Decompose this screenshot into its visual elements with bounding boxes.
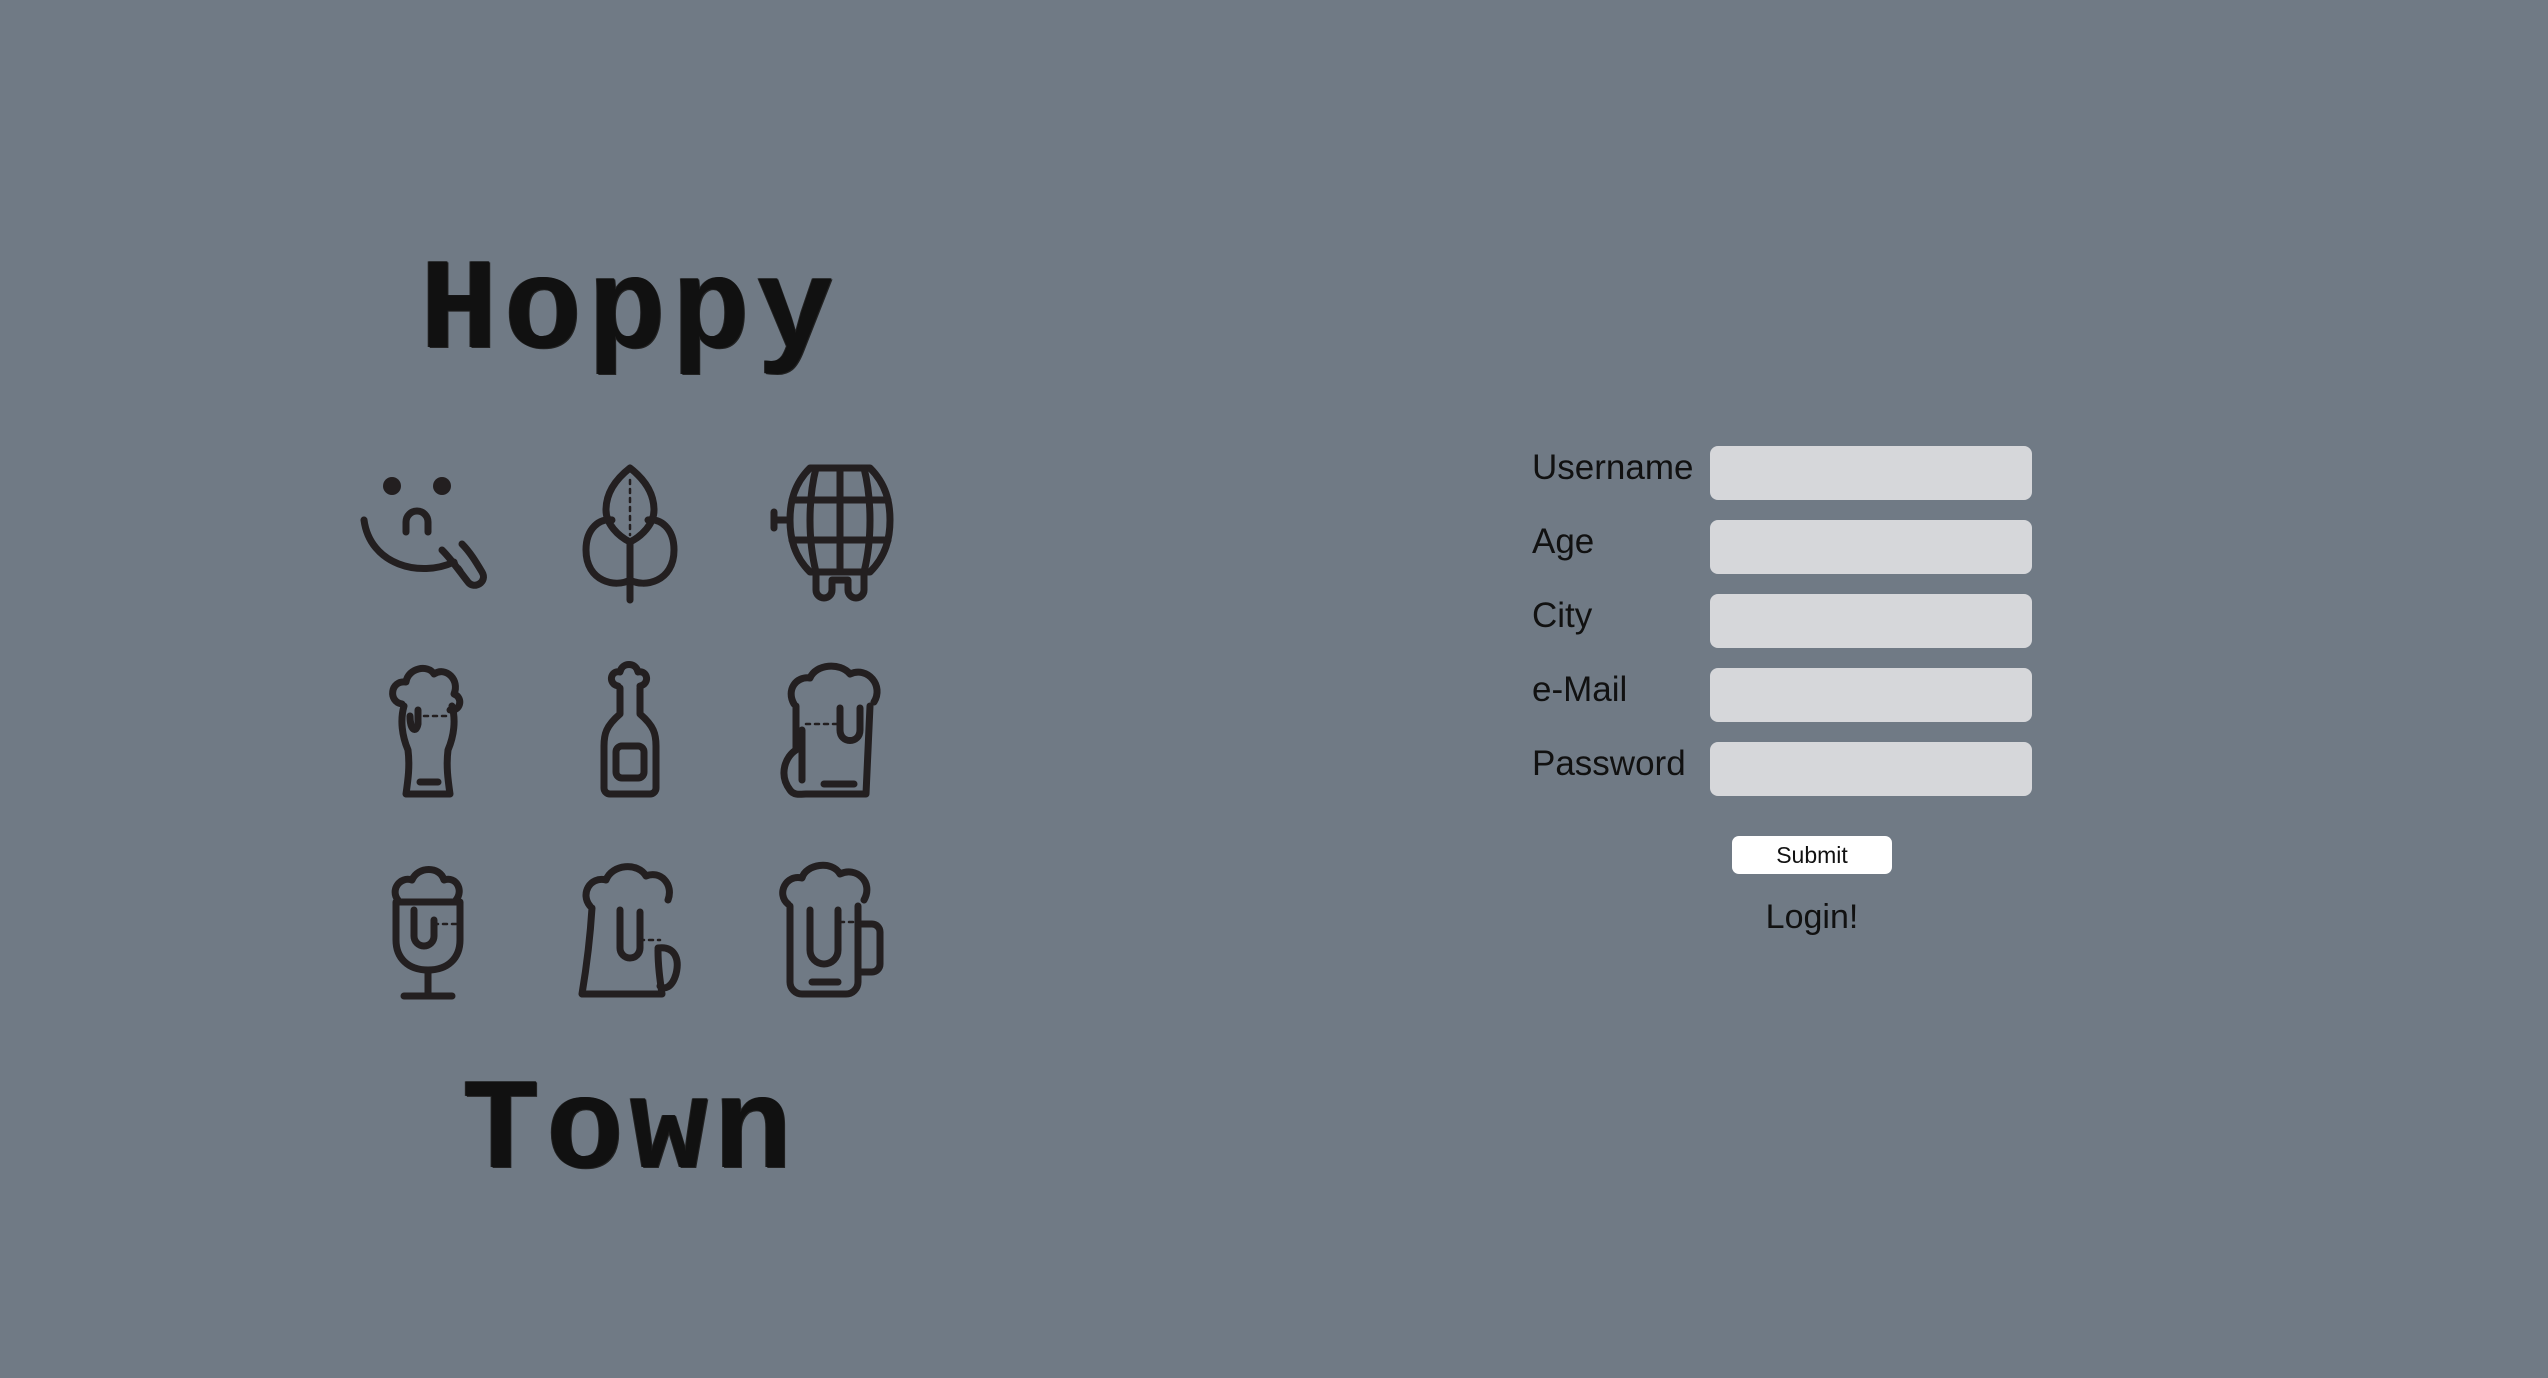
- hoppy-town-logo: Hoppy Town: [330, 220, 930, 1207]
- login-link[interactable]: Login!: [1732, 898, 1892, 937]
- username-label: Username: [1532, 448, 1694, 487]
- submit-button[interactable]: Submit: [1732, 836, 1892, 874]
- email-input[interactable]: [1710, 668, 2032, 722]
- beer-barrel-icon: [750, 450, 910, 610]
- page: Hoppy Town Username Age City e-Mail Pass…: [0, 0, 2548, 1378]
- logo-title-top: Hoppy: [419, 240, 841, 387]
- city-input[interactable]: [1710, 594, 2032, 648]
- password-label: Password: [1532, 744, 1686, 783]
- hop-leaf-icon: [550, 450, 710, 610]
- city-row: City: [1532, 588, 2052, 662]
- signup-form: Username Age City e-Mail Password Submit…: [1532, 440, 2052, 936]
- password-input[interactable]: [1710, 742, 2032, 796]
- username-input[interactable]: [1710, 446, 2032, 500]
- beer-glass-large-icon: [750, 650, 910, 810]
- tongue-out-face-icon: [350, 450, 510, 610]
- age-row: Age: [1532, 514, 2052, 588]
- pint-glass-icon: [350, 650, 510, 810]
- age-input[interactable]: [1710, 520, 2032, 574]
- beer-icon-grid: [350, 450, 910, 1030]
- password-row: Password: [1532, 736, 2052, 810]
- beer-mug-icon: [550, 850, 710, 1010]
- email-row: e-Mail: [1532, 662, 2052, 736]
- logo-title-bottom: Town: [461, 1060, 799, 1207]
- username-row: Username: [1532, 440, 2052, 514]
- beer-stein-icon: [750, 850, 910, 1010]
- beer-bottle-icon: [550, 650, 710, 810]
- email-label: e-Mail: [1532, 670, 1628, 709]
- city-label: City: [1532, 596, 1593, 635]
- goblet-glass-icon: [350, 850, 510, 1010]
- age-label: Age: [1532, 522, 1595, 561]
